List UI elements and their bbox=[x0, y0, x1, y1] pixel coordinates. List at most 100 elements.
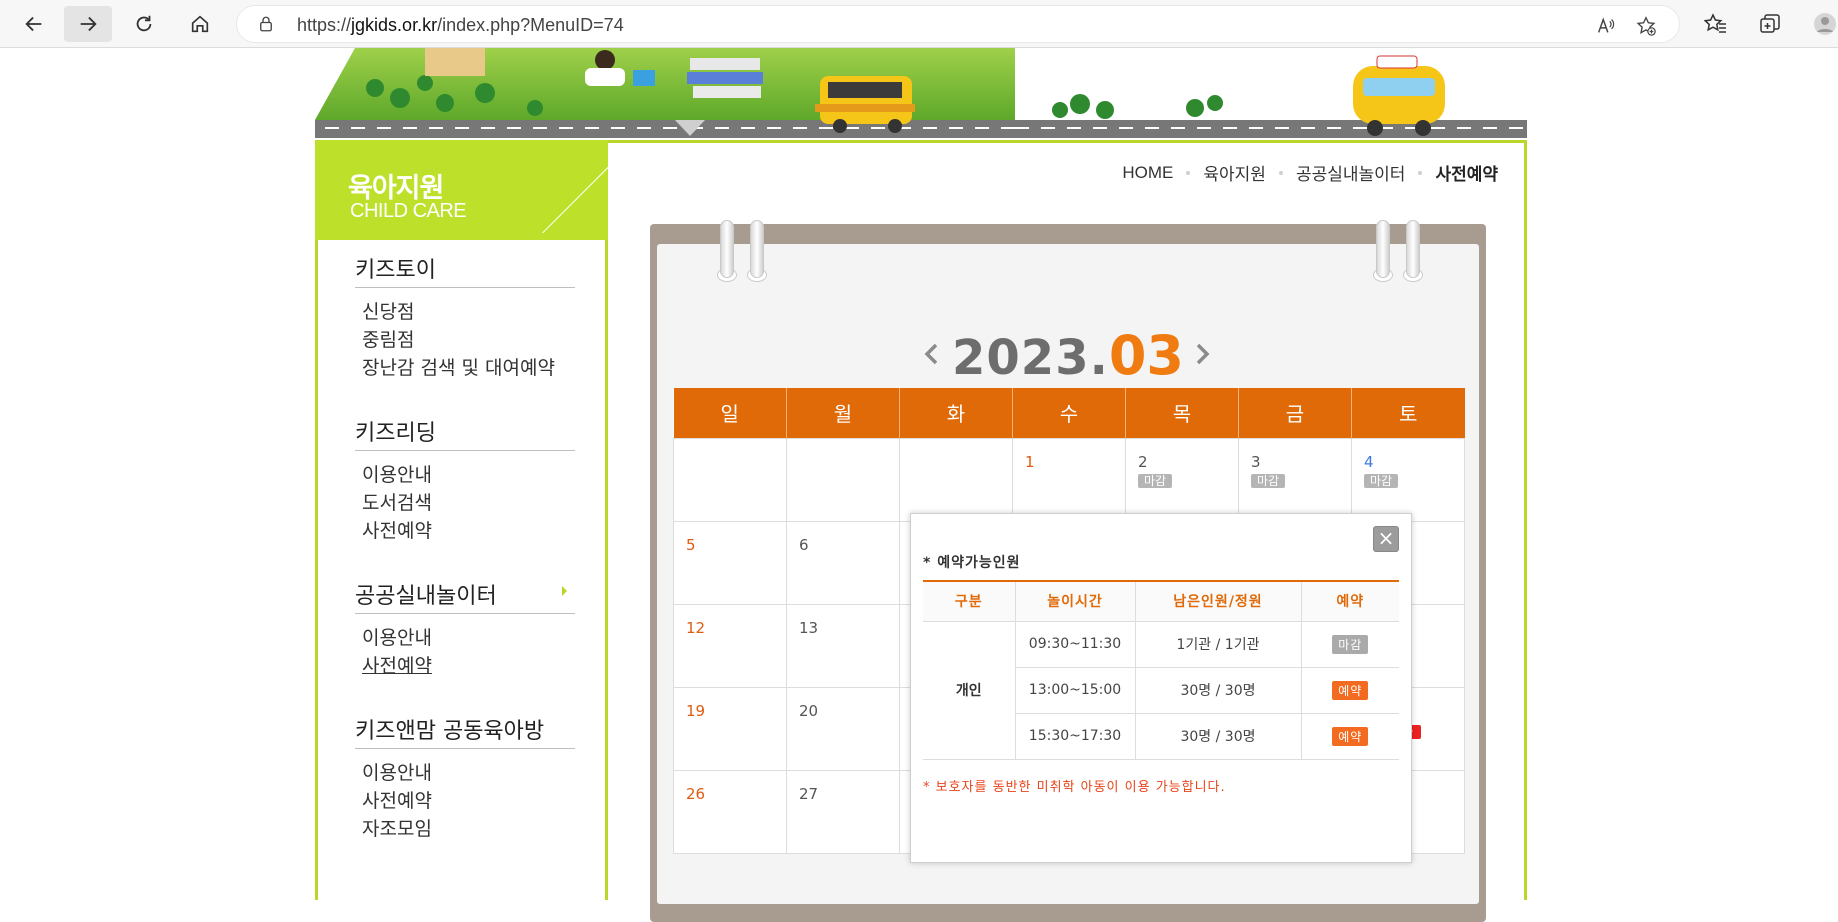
day-number: 1 bbox=[1025, 452, 1035, 471]
back-button[interactable] bbox=[10, 6, 58, 42]
favorites-icon[interactable] bbox=[1704, 12, 1728, 36]
sidebar-item[interactable]: 장난감 검색 및 대여예약 bbox=[362, 354, 575, 382]
sidebar-item[interactable]: 이용안내 bbox=[362, 461, 575, 489]
availability-popup: × * 예약가능인원 구분 놀이시간 남은인원/정원 예약 개인 09:30~1… bbox=[910, 513, 1412, 863]
calendar-year: 2023. bbox=[952, 330, 1109, 386]
sidebar-group-title[interactable]: 키즈토이 bbox=[355, 252, 575, 288]
sidebar-group-playground: 공공실내놀이터 이용안내 사전예약 bbox=[355, 578, 575, 680]
closed-badge: 마감 bbox=[1364, 473, 1399, 488]
calendar-month: 03 bbox=[1108, 324, 1184, 387]
sidebar-item[interactable]: 도서검색 bbox=[362, 489, 575, 517]
calendar-day[interactable]: 2 마감 bbox=[1125, 437, 1239, 522]
sidebar-item[interactable]: 이용안내 bbox=[362, 759, 575, 787]
breadcrumb: HOME 육아지원 공공실내놀이터 사전예약 bbox=[1122, 160, 1498, 186]
calendar-day[interactable]: 1 bbox=[1012, 437, 1126, 522]
calendar-day[interactable]: 19 bbox=[673, 686, 787, 771]
availability-table: 구분 놀이시간 남은인원/정원 예약 개인 09:30~11:30 1기관 / … bbox=[923, 580, 1399, 760]
weekday-header: 월 bbox=[786, 388, 900, 438]
sidebar-item[interactable]: 신당점 bbox=[362, 298, 575, 326]
web-page: 육아지원 CHILD CARE 키즈토이 신당점 중림점 장난감 검색 및 대여… bbox=[0, 48, 1838, 922]
sidebar-item[interactable]: 자조모임 bbox=[362, 815, 575, 843]
weekday-header: 목 bbox=[1125, 388, 1239, 438]
arrow-left-icon bbox=[25, 16, 42, 32]
closed-badge: 마감 bbox=[1138, 473, 1173, 488]
count-cell: 30명 / 30명 bbox=[1134, 666, 1302, 714]
closed-badge: 마감 bbox=[1251, 473, 1286, 488]
sidebar-group-title[interactable]: 키즈리딩 bbox=[355, 415, 575, 451]
day-number: 19 bbox=[686, 701, 706, 720]
add-favorite-icon[interactable] bbox=[1635, 15, 1657, 37]
reserve-button[interactable]: 예약 bbox=[1332, 726, 1369, 746]
collections-icon[interactable] bbox=[1758, 12, 1782, 36]
sidebar-group-kidsreading: 키즈리딩 이용안내 도서검색 사전예약 bbox=[355, 415, 575, 545]
calendar-day[interactable]: 26 bbox=[673, 769, 787, 854]
forward-button[interactable] bbox=[64, 6, 112, 42]
status-cell: 예약 bbox=[1300, 712, 1399, 760]
calendar-day bbox=[673, 437, 787, 522]
arrow-right-icon bbox=[80, 16, 97, 32]
status-cell: 마감 bbox=[1300, 620, 1399, 668]
home-icon bbox=[191, 15, 209, 33]
calendar-day[interactable]: 5 bbox=[673, 520, 787, 605]
time-cell: 13:00~15:00 bbox=[1015, 666, 1136, 714]
close-icon[interactable]: × bbox=[1373, 526, 1399, 552]
category-cell: 개인 bbox=[923, 620, 1016, 760]
day-number: 20 bbox=[799, 701, 819, 720]
weekday-header: 수 bbox=[1012, 388, 1126, 438]
calendar-day bbox=[899, 437, 1013, 522]
column-header: 놀이시간 bbox=[1014, 580, 1136, 622]
sidebar-item[interactable]: 사전예약 bbox=[362, 787, 575, 815]
breadcrumb-item[interactable]: 육아지원 bbox=[1203, 160, 1266, 185]
month-title: 2023.03 bbox=[657, 324, 1479, 387]
popup-title: * 예약가능인원 bbox=[923, 555, 1021, 571]
sidebar-item-current[interactable]: 사전예약 bbox=[362, 652, 575, 680]
sidebar-group-title[interactable]: 공공실내놀이터 bbox=[355, 578, 575, 614]
calendar-day[interactable]: 20 bbox=[786, 686, 900, 771]
home-button[interactable] bbox=[176, 6, 224, 42]
calendar-day[interactable]: 4 마감 bbox=[1351, 437, 1465, 522]
sidebar-group-title-text: 공공실내놀이터 bbox=[355, 584, 497, 609]
browser-toolbar: https://jgkids.or.kr/index.php?MenuID=74 bbox=[0, 0, 1838, 48]
count-cell: 1기관 / 1기관 bbox=[1134, 620, 1302, 668]
sidebar-group-title[interactable]: 키즈앤맘 공동육아방 bbox=[355, 713, 575, 749]
weekday-header: 일 bbox=[673, 388, 787, 438]
sidebar-group-kidstoy: 키즈토이 신당점 중림점 장난감 검색 및 대여예약 bbox=[355, 252, 575, 382]
day-number: 4 bbox=[1364, 452, 1374, 471]
binder-ring bbox=[1406, 220, 1420, 278]
calendar-day bbox=[786, 437, 900, 522]
sidebar-item[interactable]: 사전예약 bbox=[362, 517, 575, 545]
sidebar-item[interactable]: 이용안내 bbox=[362, 624, 575, 652]
breadcrumb-home[interactable]: HOME bbox=[1122, 163, 1173, 183]
calendar-day[interactable]: 3 마감 bbox=[1238, 437, 1352, 522]
calendar-day[interactable]: 6 bbox=[786, 520, 900, 605]
calendar-day[interactable]: 13 bbox=[786, 603, 900, 688]
sidebar-subtitle: CHILD CARE bbox=[350, 200, 467, 222]
day-number: 27 bbox=[799, 784, 819, 803]
profile-icon[interactable] bbox=[1812, 12, 1838, 36]
time-cell: 09:30~11:30 bbox=[1014, 620, 1136, 668]
calendar-day[interactable]: 27 bbox=[786, 769, 900, 854]
address-bar[interactable]: https://jgkids.or.kr/index.php?MenuID=74 bbox=[236, 5, 1680, 43]
breadcrumb-item[interactable]: 공공실내놀이터 bbox=[1296, 160, 1405, 185]
binder-ring bbox=[720, 220, 734, 278]
sidebar-item[interactable]: 중림점 bbox=[362, 326, 575, 354]
calendar-day[interactable]: 12 bbox=[673, 603, 787, 688]
next-month-icon[interactable] bbox=[1190, 342, 1214, 366]
closed-badge: 마감 bbox=[1332, 634, 1369, 654]
binder-ring bbox=[750, 220, 764, 278]
read-aloud-icon[interactable] bbox=[1595, 15, 1617, 37]
sidebar-header: 육아지원 CHILD CARE bbox=[315, 140, 608, 240]
day-number: 2 bbox=[1138, 452, 1148, 471]
popup-note: * 보호자를 동반한 미취학 아동이 이용 가능합니다. bbox=[923, 780, 1226, 795]
lock-icon[interactable] bbox=[257, 15, 275, 33]
breadcrumb-separator bbox=[1278, 170, 1283, 175]
breadcrumb-separator bbox=[1418, 170, 1423, 175]
weekday-header: 화 bbox=[899, 388, 1013, 438]
url-text: https://jgkids.or.kr/index.php?MenuID=74 bbox=[297, 15, 624, 35]
refresh-button[interactable] bbox=[120, 6, 168, 42]
time-cell: 15:30~17:30 bbox=[1015, 712, 1136, 760]
weekday-header: 금 bbox=[1238, 388, 1352, 438]
reserve-button[interactable]: 예약 bbox=[1332, 680, 1369, 700]
count-cell: 30명 / 30명 bbox=[1134, 712, 1302, 760]
day-number: 5 bbox=[686, 535, 696, 554]
